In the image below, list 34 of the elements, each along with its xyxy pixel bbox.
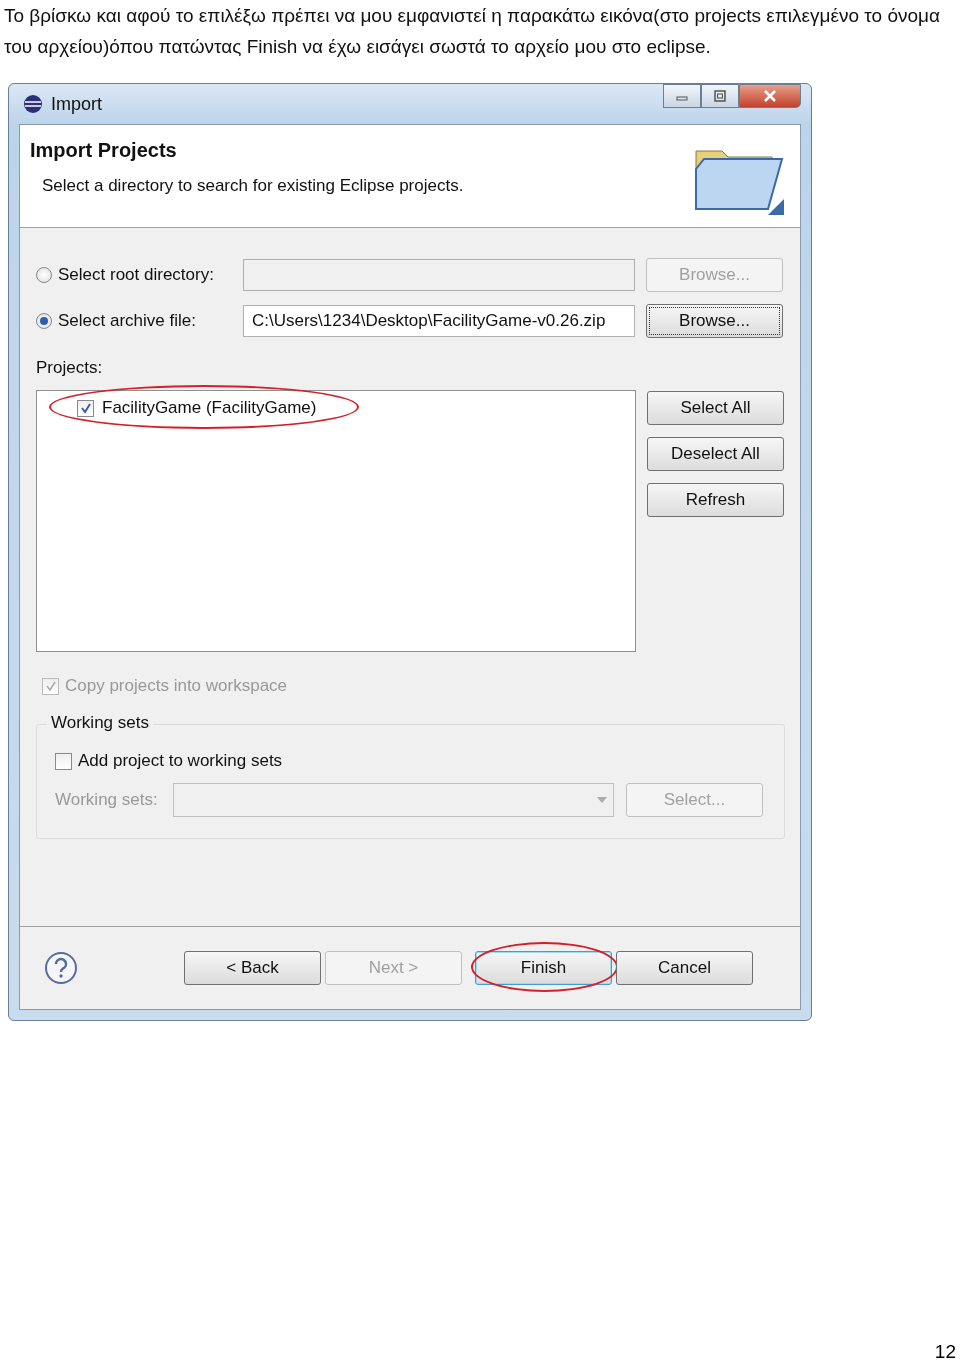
- group-title: Working sets: [47, 713, 153, 733]
- checkbox[interactable]: [77, 399, 94, 417]
- page-description: Select a directory to search for existing Eclipse projects.: [42, 176, 464, 196]
- project-label[interactable]: FacilityGame (FacilityGame): [102, 398, 317, 418]
- list-action-button[interactable]: Select All: [647, 391, 784, 425]
- path-field[interactable]: C:\Users\1234\Desktop\FacilityGame-v0.26.zip: [243, 305, 635, 337]
- globe-icon: [23, 94, 43, 114]
- radio-button[interactable]: [36, 313, 52, 329]
- checkbox-label: Copy projects into workspace: [65, 676, 288, 696]
- wizard-button[interactable]: Cancel: [616, 951, 753, 985]
- list-action-button[interactable]: Refresh: [647, 483, 784, 517]
- page-number: 12: [934, 1341, 956, 1363]
- checkbox[interactable]: [55, 752, 72, 770]
- wizard-button[interactable]: < Back: [184, 951, 321, 985]
- close-button[interactable]: [739, 84, 801, 108]
- field-label: Working sets:: [55, 790, 159, 810]
- projects-label: Projects:: [36, 358, 104, 378]
- dropdown-caret-icon: [597, 797, 607, 803]
- minimize-button[interactable]: [663, 84, 701, 108]
- list-action-button[interactable]: Deselect All: [647, 437, 784, 471]
- body-paragraph: Το βρίσκω και αφού το επιλέξω πρέπει να μου εμφανιστεί η παρακάτω εικόνα(στο projects επιλεγμένο το όνομα του αρχείου)όπου πατώντας Finish να έχω εισάγει σωστά το αρχείο μου στο eclipse.: [4, 4, 941, 59]
- maximize-icon: [713, 90, 727, 102]
- help-icon[interactable]: [44, 951, 78, 985]
- wizard-button[interactable]: Finish: [475, 951, 612, 985]
- page-title: Import Projects: [30, 139, 178, 162]
- window-title: Import: [51, 93, 102, 115]
- browse-button[interactable]: Browse...: [646, 304, 783, 338]
- radio-button[interactable]: [36, 267, 52, 283]
- radio-label: Select root directory:: [58, 265, 214, 285]
- checkbox-label: Add project to working sets: [78, 751, 283, 771]
- close-icon: [762, 89, 778, 103]
- path-field[interactable]: [243, 259, 635, 291]
- maximize-button[interactable]: [701, 84, 739, 108]
- radio-label: Select archive file:: [58, 311, 196, 331]
